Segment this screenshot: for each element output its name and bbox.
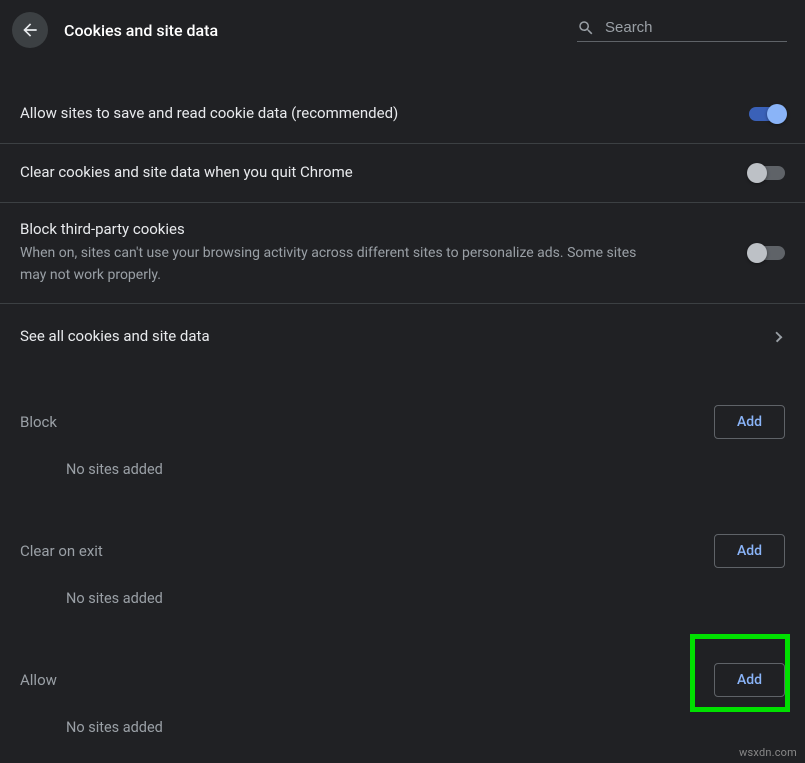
allow-empty-message: No sites added: [0, 715, 805, 756]
block-add-button[interactable]: Add: [714, 405, 785, 439]
section-allow: Allow Add No sites added: [0, 645, 805, 756]
block-third-party-sublabel: When on, sites can't use your browsing a…: [20, 243, 660, 286]
search-icon: [577, 19, 595, 37]
clear-on-exit-empty-message: No sites added: [0, 586, 805, 627]
page-title: Cookies and site data: [64, 21, 218, 40]
watermark: wsxdn.com: [739, 746, 797, 759]
row-clear-on-quit: Clear cookies and site data when you qui…: [0, 144, 805, 203]
block-third-party-toggle[interactable]: [749, 246, 785, 260]
arrow-left-icon: [20, 20, 40, 40]
allow-cookies-label: Allow sites to save and read cookie data…: [20, 103, 733, 125]
allow-section-title: Allow: [20, 671, 698, 689]
clear-on-exit-add-button[interactable]: Add: [714, 534, 785, 568]
block-empty-message: No sites added: [0, 457, 805, 498]
clear-on-quit-toggle[interactable]: [749, 166, 785, 180]
block-third-party-label: Block third-party cookies: [20, 219, 733, 241]
back-button[interactable]: [12, 12, 48, 48]
block-section-title: Block: [20, 413, 698, 431]
see-all-cookies-label: See all cookies and site data: [20, 326, 757, 348]
section-clear-on-exit: Clear on exit Add No sites added: [0, 516, 805, 627]
clear-on-quit-label: Clear cookies and site data when you qui…: [20, 162, 733, 184]
clear-on-exit-section-title: Clear on exit: [20, 542, 698, 560]
section-block: Block Add No sites added: [0, 387, 805, 498]
chevron-right-icon: [772, 331, 783, 342]
search-field[interactable]: [577, 19, 787, 42]
cookie-settings-group: Allow sites to save and read cookie data…: [0, 84, 805, 369]
settings-header: Cookies and site data: [0, 0, 805, 56]
row-block-third-party: Block third-party cookies When on, sites…: [0, 203, 805, 304]
search-input[interactable]: [605, 19, 787, 36]
allow-add-button[interactable]: Add: [714, 663, 785, 697]
allow-cookies-toggle[interactable]: [749, 107, 785, 121]
row-see-all-cookies[interactable]: See all cookies and site data: [0, 304, 805, 370]
row-allow-cookies: Allow sites to save and read cookie data…: [0, 84, 805, 144]
